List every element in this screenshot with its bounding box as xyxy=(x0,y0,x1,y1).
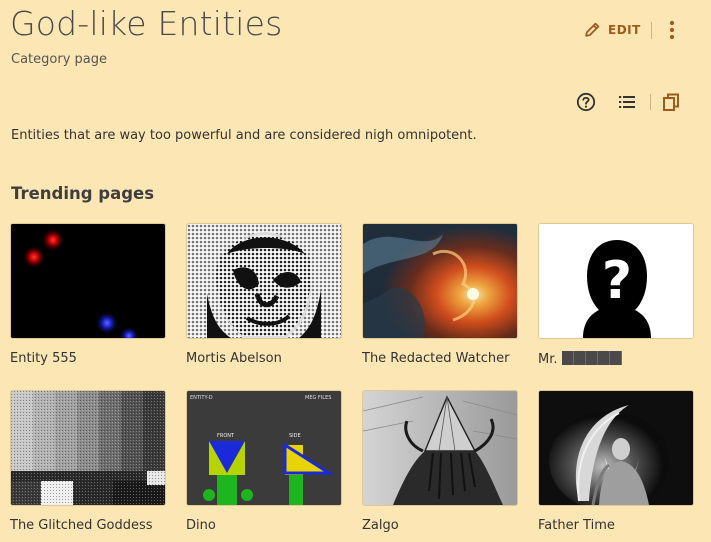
svg-text:?: ? xyxy=(602,251,632,311)
trending-card-title: Mortis Abelson xyxy=(186,351,282,366)
page-title: God-like Entities xyxy=(10,4,283,43)
pencil-icon xyxy=(585,22,600,37)
trending-card-father-time[interactable]: Father Time xyxy=(538,390,694,533)
toolbar-divider xyxy=(650,94,651,110)
copy-icon[interactable] xyxy=(661,92,681,112)
trending-heading: Trending pages xyxy=(11,184,155,203)
list-icon[interactable] xyxy=(617,92,637,112)
trending-card-title: Father Time xyxy=(538,518,615,533)
help-icon[interactable] xyxy=(576,92,596,112)
edit-button[interactable]: EDIT xyxy=(583,20,641,39)
page-subtitle: Category page xyxy=(11,52,107,67)
trending-card-title: The Redacted Watcher xyxy=(362,351,510,366)
edit-label: EDIT xyxy=(608,22,641,37)
thumbnail-redacted-watcher xyxy=(362,223,518,339)
trending-card-title: Mr. xyxy=(538,351,694,367)
thumbnail-glitched-goddess xyxy=(10,390,166,506)
trending-card-glitched-goddess[interactable]: The Glitched Goddess xyxy=(10,390,166,533)
trending-card-mr-redacted[interactable]: ? Mr. xyxy=(538,223,694,367)
thumb-text-side: SIDE xyxy=(289,433,301,439)
trending-card-title: Zalgo xyxy=(362,518,399,533)
thumbnail-mr-redacted: ? xyxy=(538,223,694,339)
thumbnail-mortis-abelson xyxy=(186,223,342,339)
redaction-bar xyxy=(561,351,622,365)
trending-card-zalgo[interactable]: Zalgo xyxy=(362,390,518,533)
trending-card-dino[interactable]: ENTITY-D MEG FILES FRONT SIDE Dino xyxy=(186,390,342,533)
thumbnail-father-time xyxy=(538,390,694,506)
thumb-text-entity-d: ENTITY-D xyxy=(190,395,213,401)
trending-card-mortis-abelson[interactable]: Mortis Abelson xyxy=(186,223,342,366)
thumbnail-zalgo xyxy=(362,390,518,506)
thumb-text-meg-files: MEG FILES xyxy=(305,395,331,401)
trending-card-title: The Glitched Goddess xyxy=(10,518,153,533)
trending-card-entity-555[interactable]: Entity 555 xyxy=(10,223,166,366)
thumb-text-front: FRONT xyxy=(217,433,235,439)
trending-card-title: Dino xyxy=(186,518,216,533)
category-description: Entities that are way too powerful and a… xyxy=(11,128,477,143)
thumbnail-entity-555 xyxy=(10,223,166,339)
trending-card-title: Entity 555 xyxy=(10,351,77,366)
more-vertical-icon[interactable] xyxy=(664,19,680,41)
thumbnail-dino: ENTITY-D MEG FILES FRONT SIDE xyxy=(186,390,342,506)
trending-card-redacted-watcher[interactable]: The Redacted Watcher xyxy=(362,223,518,366)
action-divider xyxy=(651,22,652,39)
